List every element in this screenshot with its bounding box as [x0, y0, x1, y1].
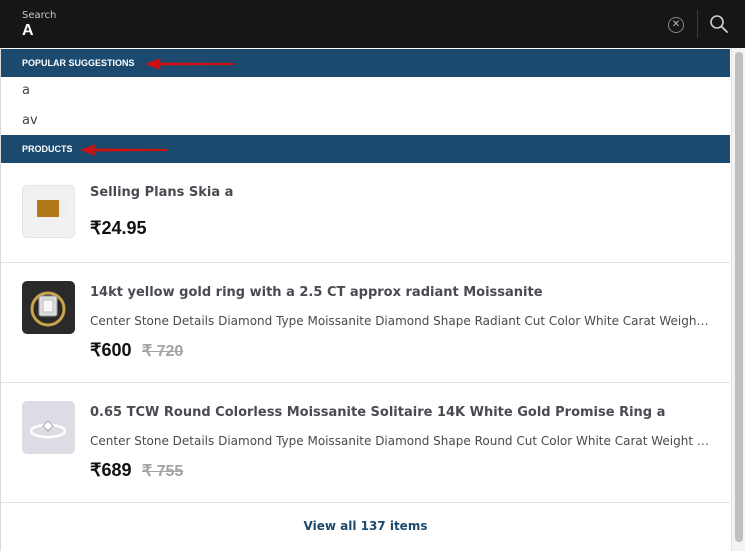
product-item[interactable]: 0.65 TCW Round Colorless Moissanite Soli… [1, 383, 730, 503]
product-old-price: ₹ 755 [142, 463, 184, 480]
scrollbar[interactable] [731, 48, 745, 551]
suggestion-item[interactable]: av [22, 113, 38, 128]
product-description: Center Stone Details Diamond Type Moissa… [90, 434, 710, 448]
product-title[interactable]: 14kt yellow gold ring with a 2.5 CT appr… [90, 285, 543, 300]
product-image [22, 281, 75, 334]
product-old-price: ₹ 720 [142, 343, 184, 360]
view-all-link[interactable]: View all 137 items [1, 510, 730, 551]
search-input[interactable]: A [22, 22, 34, 40]
annotation-arrow-icon [80, 144, 168, 156]
annotation-arrow-icon [145, 58, 233, 70]
search-bar: Search A ✕ [0, 0, 745, 48]
search-suggestions-panel: POPULAR SUGGESTIONS a av PRODUCTS Sellin… [0, 48, 731, 551]
search-icon[interactable] [709, 14, 729, 34]
close-icon[interactable]: ✕ [668, 17, 684, 33]
product-title[interactable]: 0.65 TCW Round Colorless Moissanite Soli… [90, 405, 665, 420]
product-item[interactable]: Selling Plans Skia a ₹24.95 [1, 163, 730, 263]
product-image [22, 185, 75, 238]
product-title[interactable]: Selling Plans Skia a [90, 185, 233, 200]
product-price: ₹24.95 [90, 218, 147, 238]
search-label: Search [22, 10, 57, 21]
product-price: ₹689 [90, 460, 132, 480]
product-image [22, 401, 75, 454]
scrollbar-thumb[interactable] [735, 52, 743, 542]
popular-suggestions-header: POPULAR SUGGESTIONS [1, 49, 730, 77]
search-divider [697, 10, 698, 38]
suggestion-item[interactable]: a [22, 83, 30, 98]
product-price: ₹600 [90, 340, 132, 360]
product-description: Center Stone Details Diamond Type Moissa… [90, 314, 710, 328]
product-item[interactable]: 14kt yellow gold ring with a 2.5 CT appr… [1, 263, 730, 383]
